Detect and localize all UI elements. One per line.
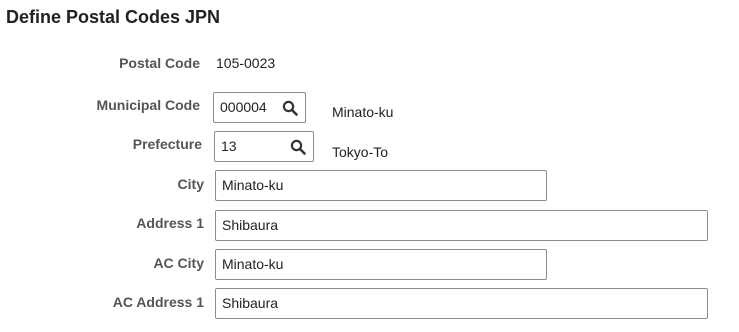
address1-input[interactable]: Shibaura xyxy=(215,210,708,241)
ac-address1-input[interactable]: Shibaura xyxy=(215,288,708,319)
ac-address1-label: AC Address 1 xyxy=(112,294,204,310)
search-icon[interactable] xyxy=(290,139,306,155)
postal-code-label: Postal Code xyxy=(119,55,200,71)
page-title: Define Postal Codes JPN xyxy=(6,7,221,27)
municipal-code-description: Minato-ku xyxy=(332,104,394,120)
address1-label: Address 1 xyxy=(136,215,204,231)
define-postal-codes-page: Define Postal Codes JPN Postal Code 105-… xyxy=(0,0,739,332)
prefecture-description: Tokyo-To xyxy=(332,144,389,160)
municipal-code-label: Municipal Code xyxy=(96,97,200,113)
ac-city-input[interactable]: Minato-ku xyxy=(215,249,547,280)
city-input[interactable]: Minato-ku xyxy=(215,170,547,201)
municipal-code-field[interactable]: 000004 xyxy=(213,92,306,123)
postal-code-value: 105-0023 xyxy=(216,55,276,71)
search-icon[interactable] xyxy=(282,100,298,116)
prefecture-label: Prefecture xyxy=(132,136,202,152)
municipal-code-value: 000004 xyxy=(220,99,267,115)
prefecture-value: 13 xyxy=(221,138,237,154)
city-label: City xyxy=(177,176,204,192)
prefecture-field[interactable]: 13 xyxy=(214,131,314,162)
ac-city-label: AC City xyxy=(153,255,204,271)
